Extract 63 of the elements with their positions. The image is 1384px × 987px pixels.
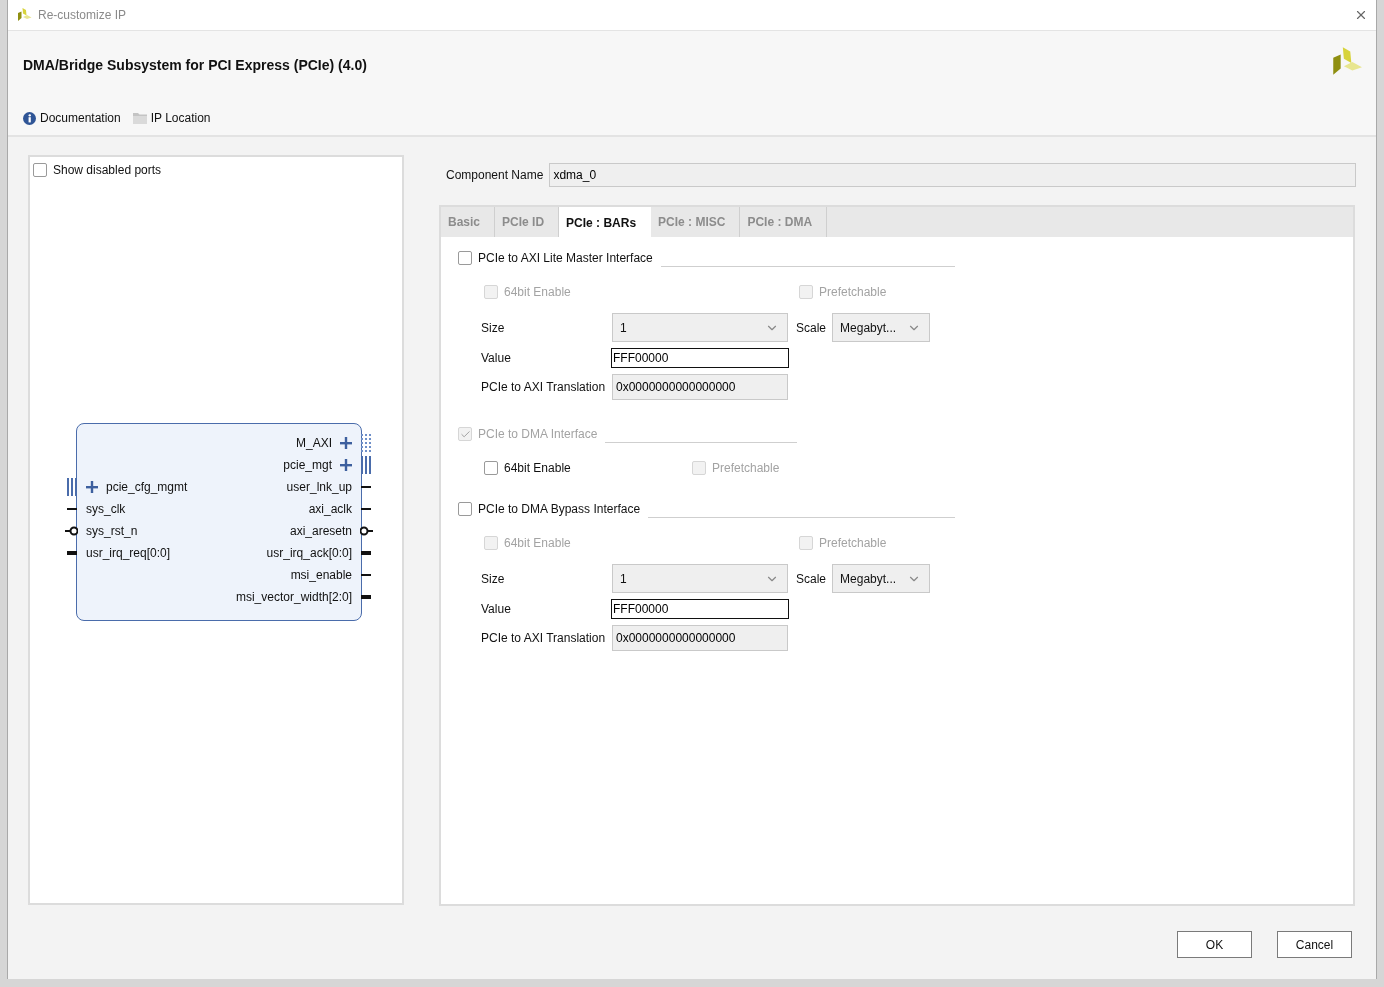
component-name-field[interactable]: xdma_0 <box>549 163 1356 187</box>
field-label: Size <box>481 571 506 586</box>
translation-field[interactable]: 0x0000000000000000 <box>612 625 788 651</box>
ip-title: DMA/Bridge Subsystem for PCI Express (PCIe) (4.0) <box>23 57 367 73</box>
dialog-button[interactable]: Cancel <box>1277 931 1352 958</box>
dialog-button[interactable]: OK <box>1177 931 1252 958</box>
port-label: msi_vector_width[2:0] <box>235 590 352 604</box>
field-label: Scale <box>796 571 827 586</box>
plus-icon[interactable] <box>86 481 98 493</box>
value-field[interactable]: FFF00000 <box>611 348 789 368</box>
checkbox-label: PCIe to DMA Interface <box>478 427 598 441</box>
header-link[interactable]: Documentation <box>40 111 121 125</box>
port-label: sys_rst_n <box>86 524 138 538</box>
tab[interactable]: PCIe : BARs <box>559 207 652 239</box>
checkbox-label: Prefetchable <box>712 461 780 475</box>
info-icon <box>23 111 36 125</box>
checkbox-label: 64bit Enable <box>504 536 571 550</box>
value-field[interactable]: FFF00000 <box>611 599 789 619</box>
port-label: usr_irq_ack[0:0] <box>266 546 352 560</box>
checkbox-label: Prefetchable <box>819 536 887 550</box>
size-dropdown[interactable]: 1 <box>612 313 788 342</box>
field-label: Value <box>481 602 512 616</box>
port-label: user_lnk_up <box>286 480 352 494</box>
window-title: Re-customize IP <box>38 8 128 22</box>
dotted-interface-pin-icon <box>360 433 374 453</box>
inverted-pin-icon <box>360 524 374 538</box>
checkbox[interactable] <box>458 502 472 516</box>
field-label: Scale <box>796 320 827 335</box>
header-link[interactable]: IP Location <box>150 111 211 125</box>
field-label: Component Name <box>446 168 544 182</box>
field-label: Value <box>481 351 512 365</box>
size-dropdown[interactable]: 1 <box>612 564 788 593</box>
field-label: Size <box>481 320 506 335</box>
folder-icon <box>132 112 147 124</box>
port-label: pcie_mgt <box>283 458 332 472</box>
checkbox-label: 64bit Enable <box>504 461 571 475</box>
plus-icon[interactable] <box>340 459 352 471</box>
checkbox[interactable] <box>458 251 472 265</box>
checkbox-label: 64bit Enable <box>504 285 571 299</box>
port-label: usr_irq_req[0:0] <box>86 546 171 560</box>
interface-pin-icon <box>360 455 374 475</box>
checkbox-label: Show disabled ports <box>53 163 162 177</box>
inverted-pin-icon <box>64 524 78 538</box>
port-label: axi_aclk <box>308 502 352 516</box>
checkbox-label: PCIe to AXI Lite Master Interface <box>478 251 653 265</box>
port-label: msi_enable <box>290 568 352 582</box>
ip-block[interactable] <box>76 423 362 621</box>
checkbox-label: Prefetchable <box>819 285 887 299</box>
field-label: PCIe to AXI Translation <box>481 631 607 645</box>
close-button[interactable] <box>1354 8 1368 22</box>
scale-dropdown[interactable]: Megabyt... <box>832 564 931 593</box>
translation-field[interactable]: 0x0000000000000000 <box>612 374 788 400</box>
checkbox-label: PCIe to DMA Bypass Interface <box>478 502 641 516</box>
interface-pin-icon <box>64 477 78 497</box>
logo-icon <box>16 7 32 23</box>
port-label: axi_aresetn <box>289 524 352 538</box>
port-label: pcie_cfg_mgmt <box>106 480 188 494</box>
plus-icon[interactable] <box>340 437 352 449</box>
port-label: M_AXI <box>296 436 332 450</box>
scale-dropdown[interactable]: Megabyt... <box>832 313 931 342</box>
port-label: sys_clk <box>86 502 126 516</box>
checkbox[interactable] <box>33 163 47 177</box>
field-label: PCIe to AXI Translation <box>481 380 607 394</box>
